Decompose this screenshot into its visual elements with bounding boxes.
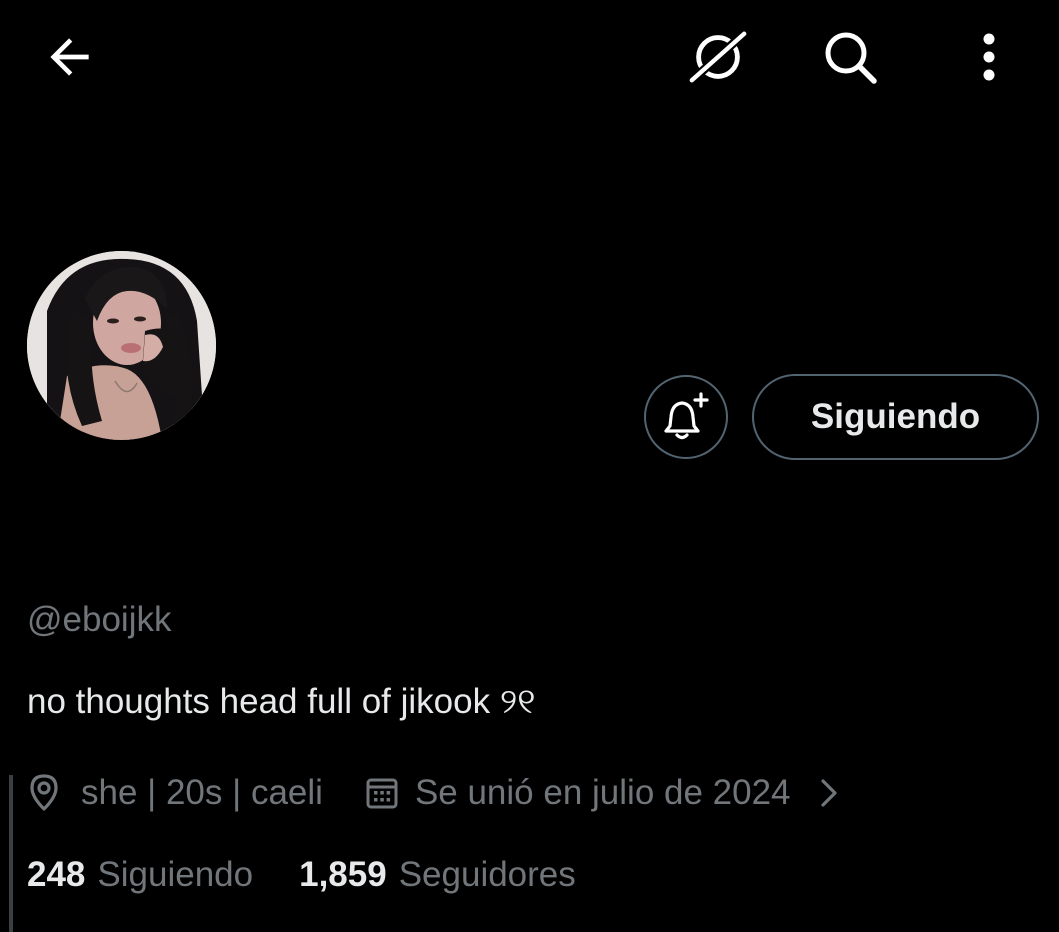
joined-text: Se unió en julio de 2024 — [414, 773, 791, 812]
bell-plus-icon — [664, 392, 709, 440]
profile-meta: she | 20s | caeli Se unió en julio de 20… — [27, 768, 841, 818]
followers-count: 1,859 — [299, 855, 387, 894]
location-text: she | 20s | caeli — [81, 773, 323, 812]
followers-count-link[interactable]: 1,859 Seguidores — [299, 855, 576, 895]
joined-item[interactable]: Se unió en julio de 2024 — [365, 773, 841, 813]
location-pin-icon — [30, 774, 58, 811]
profile-bio: no thoughts head full of jikook ୨୧ — [27, 682, 536, 721]
scroll-indicator — [9, 775, 13, 932]
grok-button[interactable] — [686, 25, 750, 89]
profile-handle: @eboijkk — [27, 600, 172, 639]
grok-icon — [686, 27, 750, 87]
following-button-label: Siguiendo — [810, 397, 981, 436]
calendar-icon — [366, 778, 398, 809]
following-count: 248 — [27, 855, 86, 894]
back-button[interactable] — [38, 25, 102, 89]
notifications-button[interactable] — [644, 375, 728, 459]
profile-avatar[interactable] — [27, 251, 216, 440]
following-label: Siguiendo — [97, 855, 254, 894]
chevron-right-icon — [820, 779, 837, 807]
avatar-photo — [27, 251, 216, 440]
following-count-link[interactable]: 248 Siguiendo — [27, 855, 253, 895]
arrow-left-icon — [50, 38, 89, 76]
location-item: she | 20s | caeli — [27, 773, 323, 813]
followers-label: Seguidores — [398, 855, 576, 894]
following-button[interactable]: Siguiendo — [752, 374, 1039, 460]
search-button[interactable] — [818, 25, 882, 89]
search-icon — [825, 32, 877, 84]
more-options-button[interactable] — [957, 25, 1021, 89]
more-vertical-icon — [983, 33, 995, 81]
follow-counts: 248 Siguiendo 1,859 Seguidores — [27, 855, 576, 895]
